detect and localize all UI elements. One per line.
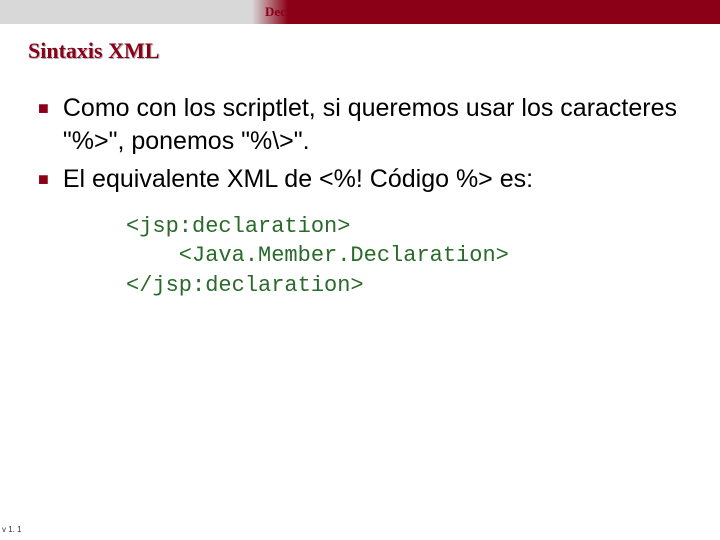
bullet-item: ■ Como con los scriptlet, si queremos us… [38, 92, 680, 157]
header-bar: Declaraciones [0, 0, 720, 24]
code-block: <jsp:declaration> <Java.Member.Declarati… [126, 212, 680, 301]
bullet-text: Como con los scriptlet, si queremos usar… [63, 92, 680, 157]
code-line: <jsp:declaration> [126, 212, 680, 242]
header-title: Declaraciones [265, 4, 342, 20]
code-line: <Java.Member.Declaration> [126, 241, 680, 271]
bullet-icon: ■ [38, 98, 49, 119]
code-line: </jsp:declaration> [126, 271, 680, 301]
version-label: v 1. 1 [2, 525, 22, 534]
bullet-text: El equivalente XML de <%! Código %> es: [63, 163, 533, 196]
bullet-item: ■ El equivalente XML de <%! Código %> es… [38, 163, 680, 196]
bullet-icon: ■ [38, 169, 49, 190]
subtitle: Sintaxis XML [28, 38, 720, 64]
content-area: ■ Como con los scriptlet, si queremos us… [38, 92, 680, 301]
